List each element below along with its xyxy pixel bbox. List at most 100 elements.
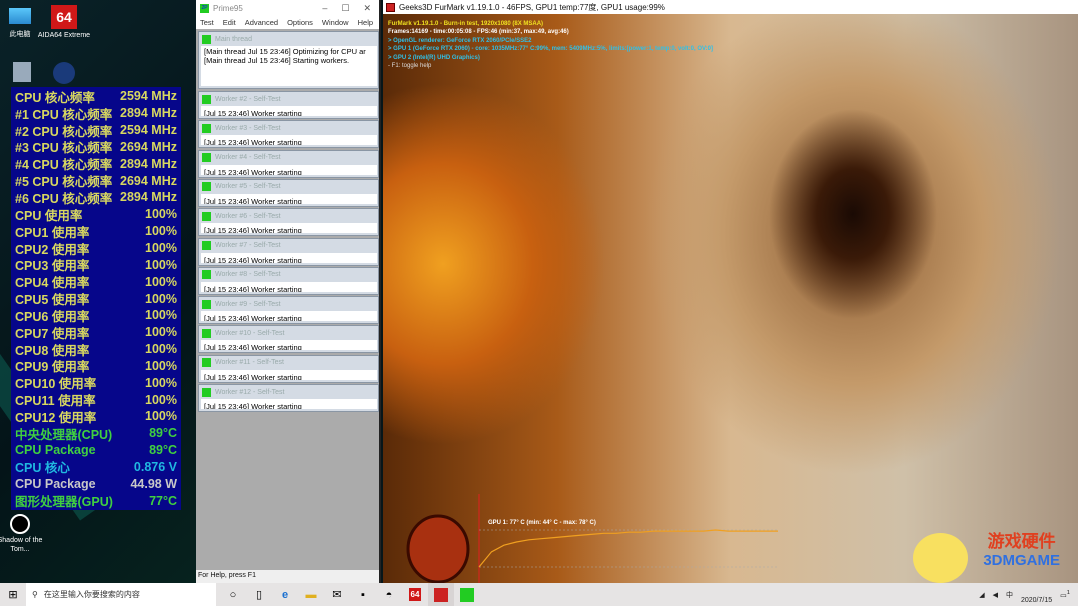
log-line: [Jul 15 23:46] Worker starting [204, 255, 302, 263]
desktop-icon-shadow-tomb-raider[interactable]: Shadow of the Tom... [0, 514, 50, 554]
network-icon[interactable]: ◢ [979, 591, 984, 599]
volume-icon[interactable]: ◀ [993, 591, 998, 599]
sensor-value: 77°C [149, 493, 177, 508]
sensor-value: 2594 MHz [120, 89, 177, 104]
sensor-value: 100% [145, 308, 177, 323]
sensor-row: CPU Package 44.98 W [15, 475, 177, 492]
desktop-icon-aida64[interactable]: 64 AIDA64 Extreme [34, 5, 94, 40]
sensor-value: 100% [145, 257, 177, 272]
log-line: [Jul 15 23:46] Worker starting [204, 196, 302, 204]
prime95-logo-icon [202, 358, 211, 368]
search-placeholder: 在这里输入你要搜索的内容 [43, 590, 140, 599]
worker-window[interactable]: Worker #2 - Self-Test [Jul 15 23:46] Work… [198, 91, 379, 119]
worker-window[interactable]: Worker #5 - Self-Test [Jul 15 23:46] Work… [198, 178, 379, 207]
sensor-row: CPU10 使用率 100% [15, 374, 177, 392]
sensor-row: CPU1 使用率 100% [15, 223, 177, 240]
worker-window[interactable]: Worker #3 - Self-Test [Jul 15 23:46] Work… [198, 120, 379, 149]
watermark-text: 3DMGAME [983, 552, 1060, 569]
furmark-logo-icon [386, 2, 395, 12]
sensor-value: 100% [145, 207, 177, 222]
main-thread-window[interactable]: Main thread [Main thread Jul 15 23:46] O… [198, 31, 379, 89]
desktop-icon-steam[interactable] [34, 62, 94, 86]
prime95-logo-icon [202, 94, 211, 104]
menu-item[interactable]: Window [322, 18, 349, 27]
sensor-row: 中央处理器(CPU) 89°C [15, 425, 177, 442]
log-line: [Jul 15 23:46] Worker starting [204, 109, 302, 116]
sensor-row: #6 CPU 核心频率 2894 MHz [15, 189, 177, 206]
sensor-row: #5 CPU 核心频率 2694 MHz [15, 172, 177, 190]
child-title: Worker #9 - Self-Test [215, 300, 281, 308]
sensor-row: #1 CPU 核心频率 2894 MHz [15, 105, 177, 122]
worker-window[interactable]: Worker #11 - Self-Test [Jul 15 23:46] Wor… [198, 354, 379, 383]
prime95-logo-icon [202, 123, 211, 133]
child-title: Worker #6 - Self-Test [215, 212, 281, 220]
furmark-titlebar[interactable]: Geeks3D FurMark v1.19.1.0 - 46FPS, GPU1 … [383, 0, 1078, 14]
furmark-logo-icon [406, 514, 470, 583]
child-title: Worker #11 - Self-Test [215, 359, 284, 367]
worker-window[interactable]: Worker #7 - Self-Test [Jul 15 23:46] Work… [198, 237, 379, 266]
maximize-icon[interactable]: ☐ [341, 3, 349, 14]
cortana-icon[interactable]: ○ [220, 583, 246, 606]
desktop-icon-label: 此电脑 [9, 31, 31, 38]
furmark-taskbar-icon[interactable] [428, 583, 454, 606]
app-icon[interactable]: ◓ [376, 583, 402, 606]
child-title: Main thread [215, 35, 252, 43]
task-view-icon[interactable]: ▯ [246, 583, 272, 606]
app-icon[interactable]: ▪ [350, 583, 376, 606]
sensor-value: 89°C [149, 443, 177, 458]
aida64-icon: 64 [51, 5, 77, 29]
edge-icon[interactable]: e [272, 583, 298, 606]
file-explorer-icon[interactable]: ▬ [298, 583, 324, 606]
sensor-value: 2894 MHz [120, 190, 177, 205]
furmark-render: FurMark v1.19.1.0 - Burn-in test, 1920x1… [383, 14, 1078, 583]
child-title: Worker #10 - Self-Test [215, 329, 285, 337]
menu-item[interactable]: Advanced [245, 18, 278, 27]
ime-indicator[interactable]: 中 [1006, 590, 1013, 600]
worker-window[interactable]: Worker #8 - Self-Test [Jul 15 23:46] Work… [198, 266, 379, 295]
worker-window[interactable]: Worker #9 - Self-Test [Jul 15 23:46] Work… [198, 296, 379, 325]
menu-item[interactable]: Test [200, 18, 214, 27]
child-title: Worker #5 - Self-Test [215, 183, 281, 191]
notification-count: 1 [1066, 589, 1070, 596]
sensor-row: CPU Package 89°C [15, 442, 177, 459]
notification-icon[interactable]: ▭1 [1060, 590, 1070, 599]
sensor-row: CPU 使用率 100% [15, 206, 177, 223]
clock-date[interactable]: 2020/7/15 [1021, 597, 1052, 606]
aida64-taskbar-icon[interactable]: 64 [402, 583, 428, 606]
child-title: Worker #12 - Self-Test [215, 388, 285, 396]
watermark-text: 游戏硬件 [987, 532, 1056, 551]
log-line: [Jul 15 23:46] Worker starting [204, 343, 302, 351]
prime95-taskbar-icon[interactable] [454, 583, 480, 606]
worker-window[interactable]: Worker #10 - Self-Test [Jul 15 23:46] Wor… [198, 325, 379, 354]
sensor-value: 100% [145, 291, 177, 306]
sensor-row: #2 CPU 核心频率 2594 MHz [15, 122, 177, 139]
worker-window[interactable]: Worker #4 - Self-Test [Jul 15 23:46] Work… [198, 149, 379, 178]
sensor-value: 100% [145, 274, 177, 289]
menu-item[interactable]: Options [287, 18, 313, 27]
mail-icon[interactable]: ✉ [324, 583, 350, 606]
search-icon: ⚲ [32, 590, 38, 599]
worker-window[interactable]: Worker #6 - Self-Test [Jul 15 23:46] Work… [198, 208, 379, 237]
sensor-value: 100% [145, 358, 177, 373]
desktop-icon-label: AIDA64 Extreme [37, 32, 91, 39]
minimize-icon[interactable]: – [322, 3, 327, 14]
mascot-chick-icon [913, 533, 968, 583]
sensor-row: CPU 核心 0.876 V [15, 459, 177, 476]
child-title: Worker #7 - Self-Test [215, 242, 281, 249]
status-bar: For Help, press F1 [196, 570, 379, 583]
log-line: [Jul 15 23:46] Worker starting [204, 284, 302, 292]
prime95-titlebar[interactable]: 2P Prime95 – ☐ ✕ [196, 0, 379, 16]
sensor-value: 100% [145, 342, 177, 357]
taskbar-search-input[interactable]: ⚲ 在这里输入你要搜索的内容 [26, 583, 216, 606]
worker-window[interactable]: Worker #12 - Self-Test [Jul 15 23:46] Wor… [198, 384, 379, 412]
menu-item[interactable]: Edit [223, 18, 236, 27]
sensor-label: 中央处理器(CPU) [15, 427, 113, 442]
start-button[interactable]: ⊞ [0, 583, 26, 606]
menu-item[interactable]: Help [358, 18, 373, 27]
sensor-value: 2594 MHz [120, 123, 177, 138]
sensor-label: CPU 核心 [15, 461, 70, 476]
game-icon [10, 514, 30, 534]
close-icon[interactable]: ✕ [363, 3, 371, 14]
sensor-row: CPU2 使用率 100% [15, 240, 177, 257]
prime95-logo-icon [202, 153, 211, 163]
